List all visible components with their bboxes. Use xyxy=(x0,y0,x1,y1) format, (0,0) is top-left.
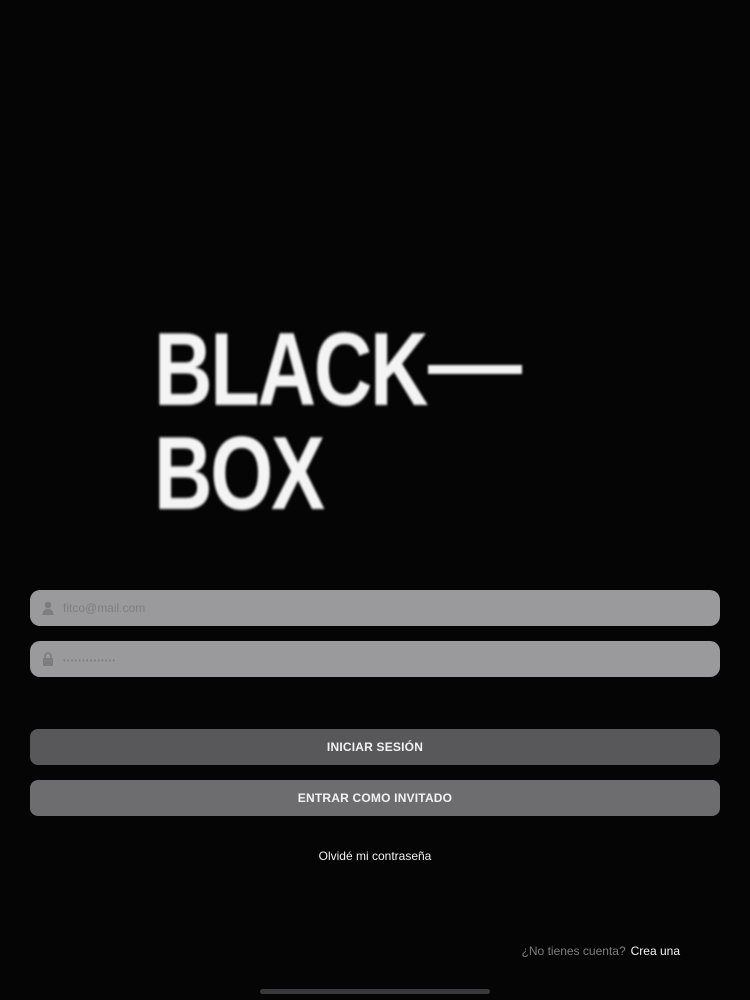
password-field[interactable] xyxy=(30,641,720,677)
forgot-password-link[interactable]: Olvidé mi contraseña xyxy=(0,849,750,863)
login-button[interactable]: INICIAR SESIÓN xyxy=(30,729,720,765)
password-input[interactable] xyxy=(63,641,720,677)
brand-logo: BLACK BOX xyxy=(154,318,534,538)
logo-line-box: BOX xyxy=(154,416,325,532)
signup-link[interactable]: Crea una xyxy=(631,944,680,958)
logo-dash xyxy=(428,365,522,374)
email-field[interactable] xyxy=(30,590,720,626)
email-input[interactable] xyxy=(63,590,720,626)
guest-login-button[interactable]: ENTRAR COMO INVITADO xyxy=(30,780,720,816)
lock-icon xyxy=(41,651,55,667)
signup-prompt: ¿No tienes cuenta? Crea una xyxy=(522,944,680,958)
user-icon xyxy=(41,600,55,616)
home-indicator xyxy=(260,989,490,994)
signup-prompt-text: ¿No tienes cuenta? xyxy=(521,944,626,958)
logo-line-black: BLACK xyxy=(154,312,429,428)
